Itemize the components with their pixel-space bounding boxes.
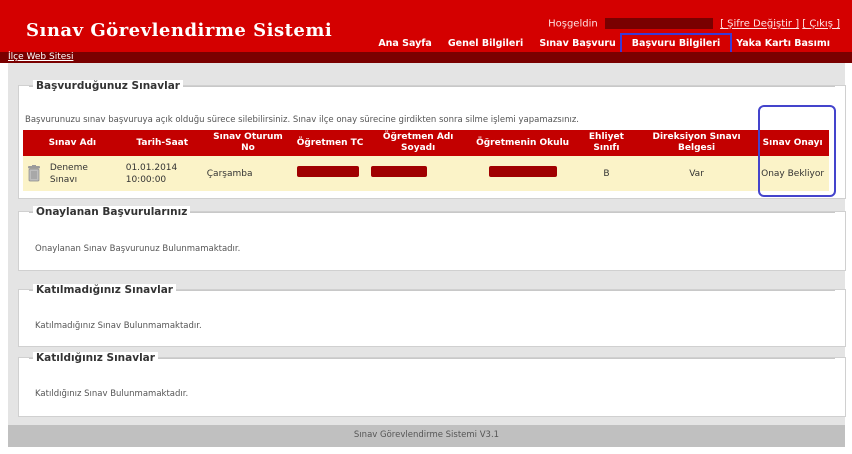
applied-exams-table: Sınav Adı Tarih-Saat Sınav Oturum No Öğr…: [23, 130, 829, 191]
attended-panel: Katıldığınız Sınavlar Katıldığınız Sınav…: [18, 352, 846, 417]
approved-message: Onaylanan Sınav Başvurunuz Bulunmamaktad…: [35, 244, 241, 254]
redacted-tc: [297, 166, 360, 177]
attended-title: Katıldığınız Sınavlar: [33, 352, 158, 364]
col-teacher-tc: Öğretmen TC: [293, 130, 367, 156]
session-cell: Çarşamba: [202, 156, 294, 191]
main-content: Başvurduğunuz Sınavlar Başvurunuzu sınav…: [8, 63, 846, 425]
nav-application-info[interactable]: Başvuru Bilgileri: [619, 33, 733, 54]
col-exam-name: Sınav Adı: [23, 130, 122, 156]
exam-name-cell: Deneme Sınavı: [23, 156, 122, 191]
approved-panel: Onaylanan Başvurularınız Onaylanan Sınav…: [18, 206, 846, 271]
teacher-tc-cell: [293, 156, 367, 191]
datetime-cell: 01.01.2014 10:00:00: [121, 156, 203, 191]
applied-exams-title: Başvurduğunuz Sınavlar: [33, 80, 183, 92]
nav-general-info[interactable]: Genel Bilgileri: [440, 37, 531, 50]
app-title: Sınav Görevlendirme Sistemi: [26, 20, 333, 41]
user-bar: Hoşgeldin [ Şifre Değiştir ] [ Çıkış ]: [548, 18, 840, 30]
nav-exam-apply[interactable]: Sınav Başvuru: [531, 37, 623, 50]
delete-info-note: Başvurunuzu sınav başvuruya açık olduğu …: [25, 115, 579, 125]
table-header-row: Sınav Adı Tarih-Saat Sınav Oturum No Öğr…: [23, 130, 829, 156]
nav-badge-print[interactable]: Yaka Kartı Basımı: [728, 37, 838, 50]
annotation-highlight-box: [758, 105, 836, 197]
not-attended-panel: Katılmadığınız Sınavlar Katılmadığınız S…: [18, 284, 846, 347]
teacher-name-cell: [366, 156, 470, 191]
col-teacher-name: Öğretmen Adı Soyadı: [366, 130, 470, 156]
col-driving-cert: Direksiyon Sınavı Belgesi: [636, 130, 757, 156]
main-nav: Ana Sayfa Genel Bilgileri Sınav Başvuru …: [370, 33, 838, 54]
license-class-cell: B: [575, 156, 637, 191]
footer-text: Sınav Görevlendirme Sistemi V3.1: [353, 430, 500, 440]
attended-message: Katıldığınız Sınav Bulunmamaktadır.: [35, 389, 189, 399]
redacted-username: [604, 18, 713, 29]
teacher-school-cell: [469, 156, 576, 191]
col-teacher-school: Öğretmenin Okulu: [469, 130, 576, 156]
col-datetime: Tarih-Saat: [121, 130, 203, 156]
logout-link[interactable]: [ Çıkış ]: [802, 19, 840, 30]
nav-home[interactable]: Ana Sayfa: [370, 37, 440, 50]
district-website-link[interactable]: İlçe Web Sitesi: [8, 52, 73, 63]
change-password-link[interactable]: [ Şifre Değiştir ]: [720, 19, 799, 30]
col-session: Sınav Oturum No: [202, 130, 294, 156]
footer: Sınav Görevlendirme Sistemi V3.1: [8, 425, 845, 447]
welcome-text: Hoşgeldin: [548, 18, 598, 30]
redacted-school: [488, 166, 557, 177]
sub-bar: [0, 52, 852, 63]
redacted-name: [370, 166, 427, 177]
driving-cert-cell: Var: [636, 156, 757, 191]
exam-name: Deneme Sınavı: [49, 162, 88, 185]
approved-title: Onaylanan Başvurularınız: [33, 206, 191, 218]
col-license-class: Ehliyet Sınıfı: [575, 130, 637, 156]
table-row: Deneme Sınavı 01.01.2014 10:00:00 Çarşam…: [23, 156, 829, 191]
app-header: Sınav Görevlendirme Sistemi Hoşgeldin [ …: [0, 0, 852, 54]
not-attended-title: Katılmadığınız Sınavlar: [33, 284, 176, 296]
not-attended-message: Katılmadığınız Sınav Bulunmamaktadır.: [35, 321, 202, 331]
trash-icon[interactable]: [27, 165, 41, 182]
